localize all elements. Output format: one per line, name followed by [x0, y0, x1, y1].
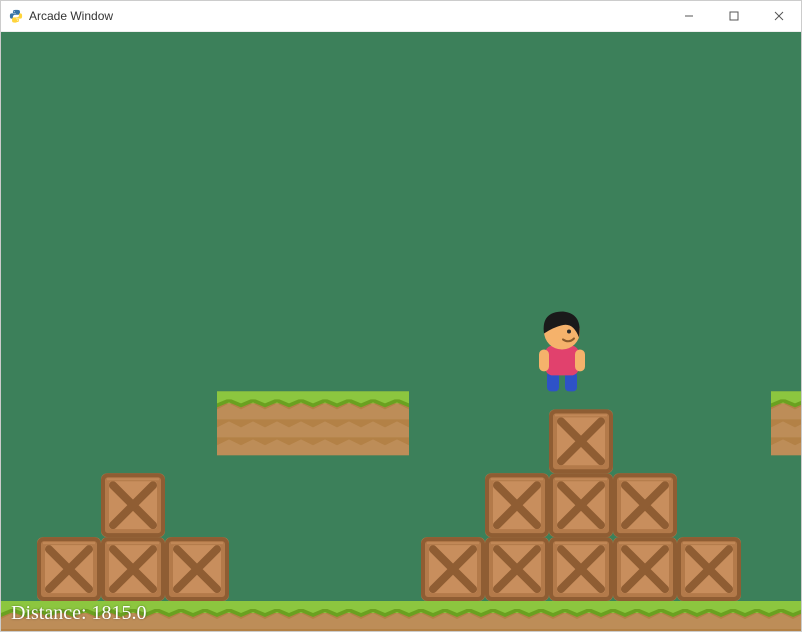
maximize-button[interactable]: [711, 1, 756, 31]
distance-hud: Distance: 1815.0: [11, 602, 147, 625]
game-canvas: [1, 32, 801, 631]
titlebar: Arcade Window: [1, 1, 801, 32]
window-title: Arcade Window: [29, 9, 113, 23]
window-controls: [666, 1, 801, 31]
close-button[interactable]: [756, 1, 801, 31]
distance-label: Distance:: [11, 602, 92, 624]
titlebar-left: Arcade Window: [1, 9, 113, 23]
distance-value: 1815.0: [92, 602, 147, 624]
python-icon: [9, 9, 23, 23]
application-window: Arcade Window Distance: 1815.0: [0, 0, 802, 632]
game-viewport[interactable]: Distance: 1815.0: [1, 32, 801, 631]
minimize-button[interactable]: [666, 1, 711, 31]
